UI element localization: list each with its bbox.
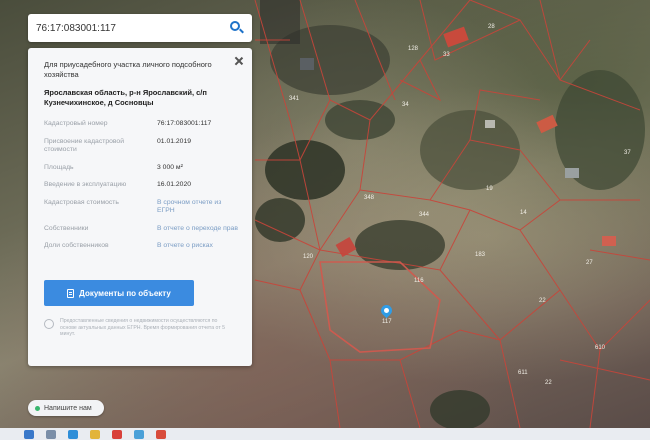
parcel-label: 341 bbox=[289, 96, 300, 102]
owner-shares-link[interactable]: В отчете о рисках bbox=[157, 242, 238, 251]
detail-row: Кадастровая стоимость В срочном отчете и… bbox=[44, 199, 238, 216]
taskbar-app-icon[interactable] bbox=[46, 429, 56, 439]
detail-row: Площадь 3 000 м² bbox=[44, 164, 238, 173]
parcel-label: 120 bbox=[303, 254, 314, 260]
detail-row: Кадастровый номер 76:17:083001:117 bbox=[44, 120, 238, 129]
search-icon[interactable] bbox=[228, 20, 244, 36]
detail-value: 16.01.2020 bbox=[157, 181, 192, 188]
detail-label: Доли собственников bbox=[44, 242, 109, 249]
parcel-label: 37 bbox=[624, 150, 631, 156]
detail-value: 01.01.2019 bbox=[157, 137, 192, 145]
detail-label: Присвоение кадастровой стоимости bbox=[44, 137, 125, 154]
start-icon[interactable] bbox=[24, 429, 34, 439]
parcel-label: 344 bbox=[419, 212, 430, 218]
chat-button-label: Напишите нам bbox=[44, 404, 92, 412]
search-bar[interactable]: 76:17:083001:117 bbox=[28, 14, 252, 42]
detail-label: Введение в эксплуатацию bbox=[44, 181, 127, 188]
parcel-label: 27 bbox=[586, 260, 593, 266]
parcel-info-card: Для приусадебного участка личного подсоб… bbox=[28, 48, 252, 366]
detail-row: Присвоение кадастровой стоимости 01.01.2… bbox=[44, 138, 238, 155]
documents-button-label: Документы по объекту bbox=[79, 288, 171, 298]
parcel-label: 128 bbox=[408, 46, 419, 52]
detail-label: Собственники bbox=[44, 224, 89, 232]
disclaimer: Предоставленные сведения о недвижимости … bbox=[44, 318, 234, 338]
parcel-details: Кадастровый номер 76:17:083001:117 Присв… bbox=[44, 120, 238, 251]
documents-button[interactable]: Документы по объекту bbox=[44, 280, 194, 306]
search-input[interactable]: 76:17:083001:117 bbox=[36, 23, 228, 34]
taskbar-app-icon[interactable] bbox=[68, 429, 78, 439]
detail-row: Введение в эксплуатацию 16.01.2020 bbox=[44, 181, 238, 190]
parcel-label: 28 bbox=[488, 24, 495, 30]
detail-row: Доли собственников В отчете о рисках bbox=[44, 242, 238, 251]
info-icon bbox=[44, 319, 54, 329]
parcel-label: 22 bbox=[545, 380, 552, 386]
disclaimer-text: Предоставленные сведения о недвижимости … bbox=[60, 318, 226, 337]
pin-label: 117 bbox=[382, 319, 392, 325]
parcel-label: 116 bbox=[414, 278, 424, 284]
close-icon[interactable] bbox=[234, 56, 244, 66]
parcel-label: 348 bbox=[364, 195, 375, 201]
parcel-label: 14 bbox=[520, 210, 527, 216]
detail-row: Собственники В отчете о переходе прав bbox=[44, 225, 238, 234]
parcel-label: 610 bbox=[595, 345, 606, 351]
chat-dot-icon bbox=[35, 405, 40, 411]
document-icon bbox=[67, 288, 75, 298]
land-purpose: Для приусадебного участка личного подсоб… bbox=[44, 60, 212, 79]
detail-value: 76:17:083001:117 bbox=[157, 120, 212, 127]
detail-label: Площадь bbox=[44, 163, 74, 171]
cadastral-value-link[interactable]: В срочном отчете из ЕГРН bbox=[157, 199, 238, 216]
parcel-label: 33 bbox=[443, 52, 450, 58]
owners-link[interactable]: В отчете о переходе прав bbox=[157, 225, 238, 234]
chat-button[interactable]: Напишите нам bbox=[28, 400, 104, 416]
parcel-label: 183 bbox=[475, 252, 486, 258]
folder-icon[interactable] bbox=[90, 429, 100, 439]
detail-value: 3 000 м² bbox=[157, 163, 183, 171]
parcel-label: 19 bbox=[486, 186, 493, 192]
detail-label: Кадастровая стоимость bbox=[44, 198, 119, 206]
browser-icon[interactable] bbox=[156, 429, 166, 439]
parcel-address: Ярославская область, р-н Ярославский, с/… bbox=[44, 88, 207, 107]
parcel-label: 22 bbox=[539, 298, 546, 304]
taskbar-app-icon[interactable] bbox=[112, 429, 122, 439]
detail-label: Кадастровый номер bbox=[44, 120, 108, 127]
taskbar bbox=[0, 428, 650, 440]
parcel-label: 34 bbox=[402, 102, 409, 108]
taskbar-app-icon[interactable] bbox=[134, 429, 144, 439]
parcel-label: 611 bbox=[518, 370, 528, 376]
